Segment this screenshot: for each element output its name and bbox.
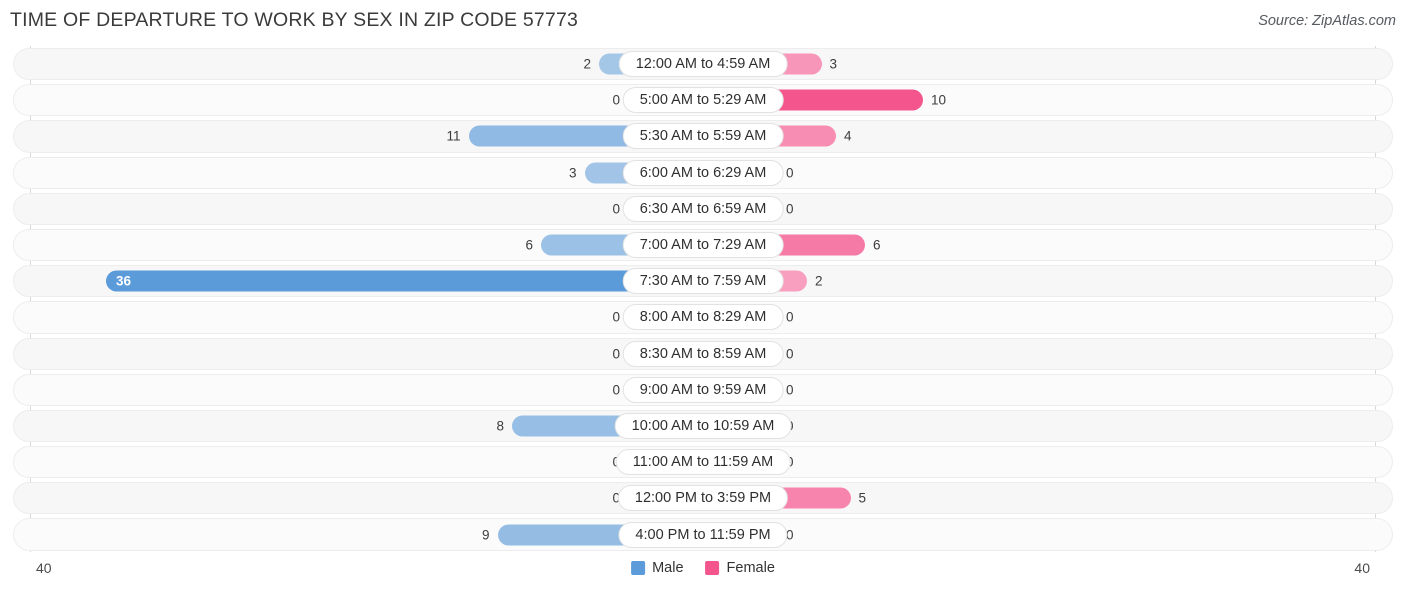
table-row: 36 2 7:30 AM to 7:59 AM (0, 263, 1406, 299)
bar-value-female: 10 (931, 92, 947, 108)
bar-value-female: 0 (786, 309, 794, 325)
source-attribution: Source: ZipAtlas.com (1258, 13, 1396, 29)
bar-value-female: 0 (786, 201, 794, 217)
bar-value-female: 0 (786, 345, 794, 361)
table-row: 0 0 9:00 AM to 9:59 AM (0, 372, 1406, 408)
bar-value-male: 3 (568, 164, 577, 180)
table-row: 0 0 8:30 AM to 8:59 AM (0, 336, 1406, 372)
table-row: 0 0 8:00 AM to 8:29 AM (0, 299, 1406, 335)
category-label: 10:00 AM to 10:59 AM (614, 412, 792, 439)
table-row: 11 4 5:30 AM to 5:59 AM (0, 118, 1406, 154)
category-label: 6:30 AM to 6:59 AM (622, 195, 784, 222)
table-row: 0 0 6:30 AM to 6:59 AM (0, 191, 1406, 227)
chart-container: TIME OF DEPARTURE TO WORK BY SEX IN ZIP … (0, 0, 1406, 595)
bar-value-female: 6 (873, 237, 881, 253)
legend-label: Male (652, 560, 684, 576)
bar-value-male: 0 (612, 345, 620, 361)
table-row: 0011:00 AM to 11:59 AM (0, 444, 1406, 480)
chart-header: TIME OF DEPARTURE TO WORK BY SEX IN ZIP … (0, 0, 1406, 46)
legend-item-female[interactable]: Female (705, 560, 775, 576)
bar-value-female: 4 (844, 128, 852, 144)
category-label: 5:00 AM to 5:29 AM (622, 87, 784, 114)
table-row: 0 5 12:00 PM to 3:59 PM (0, 480, 1406, 516)
table-row: 6 6 7:00 AM to 7:29 AM (0, 227, 1406, 263)
legend-item-male[interactable]: Male (631, 560, 684, 576)
table-row: 8010:00 AM to 10:59 AM (0, 408, 1406, 444)
category-label: 11:00 AM to 11:59 AM (615, 449, 791, 476)
table-row: 0 10 5:00 AM to 5:29 AM (0, 82, 1406, 118)
category-label: 7:30 AM to 7:59 AM (622, 268, 784, 295)
table-row: 9 0 4:00 PM to 11:59 PM (0, 516, 1406, 552)
category-label: 8:30 AM to 8:59 AM (622, 340, 784, 367)
bar-value-female: 0 (786, 382, 794, 398)
bar-value-female: 0 (786, 164, 794, 180)
category-label: 4:00 PM to 11:59 PM (618, 521, 788, 548)
category-label: 12:00 AM to 4:59 AM (618, 51, 788, 78)
category-label: 8:00 AM to 8:29 AM (622, 304, 784, 331)
bar-value-male: 11 (446, 128, 461, 144)
bar-value-male: 9 (481, 526, 490, 542)
bar-value-female: 3 (829, 56, 838, 72)
bar-rows: 2 3 12:00 AM to 4:59 AM 0 10 5:00 AM to 5:29 … (0, 46, 1406, 553)
bar-value-male: 36 (116, 273, 132, 289)
bar-value-male: 2 (583, 56, 591, 72)
category-label: 6:00 AM to 6:29 AM (622, 159, 784, 186)
category-label: 7:00 AM to 7:29 AM (622, 232, 784, 259)
bar-value-male: 8 (496, 418, 504, 434)
bar-value-female: 5 (858, 490, 867, 506)
bar-value-male: 0 (612, 382, 620, 398)
table-row: 3 0 6:00 AM to 6:29 AM (0, 155, 1406, 191)
category-label: 12:00 PM to 3:59 PM (617, 485, 789, 512)
chart-footer: 40 40 Male Female (0, 552, 1406, 595)
bar-value-male: 0 (612, 201, 620, 217)
legend-swatch-icon (631, 561, 646, 575)
bar-value-male: 0 (612, 309, 620, 325)
axis-tick-left: 40 (36, 560, 52, 576)
bar-male (106, 270, 703, 292)
page-title: TIME OF DEPARTURE TO WORK BY SEX IN ZIP … (10, 9, 579, 31)
axis-tick-right: 40 (1354, 560, 1370, 576)
chart-legend: Male Female (631, 560, 775, 576)
bar-value-male: 0 (612, 92, 620, 108)
legend-label: Female (726, 560, 775, 576)
bar-value-female: 2 (815, 273, 823, 289)
bar-value-male: 0 (612, 490, 620, 506)
table-row: 2 3 12:00 AM to 4:59 AM (0, 46, 1406, 82)
bar-value-male: 6 (525, 237, 533, 253)
legend-swatch-icon (705, 561, 720, 575)
plot-area: 2 3 12:00 AM to 4:59 AM 0 10 5:00 AM to 5:29 … (0, 46, 1406, 552)
category-label: 5:30 AM to 5:59 AM (622, 123, 784, 150)
category-label: 9:00 AM to 9:59 AM (622, 376, 784, 403)
